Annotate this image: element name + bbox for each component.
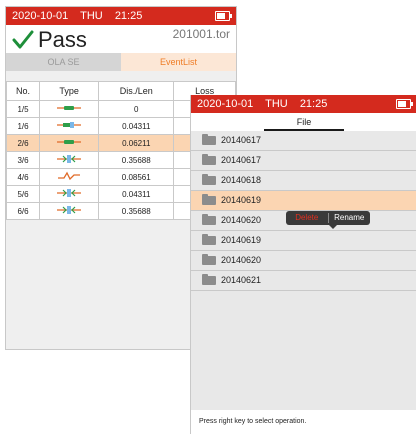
file-item[interactable]: 20140617 xyxy=(191,151,416,171)
cell-type xyxy=(38,185,100,203)
cell-no: 1/6 xyxy=(6,117,40,135)
col-no: No. xyxy=(6,81,40,101)
status-date: 2020-10-01 xyxy=(197,98,254,110)
col-type: Type xyxy=(38,81,100,101)
cell-type xyxy=(38,168,100,186)
cell-dis: 0.04311 xyxy=(98,185,175,203)
cell-dis: 0.35688 xyxy=(98,202,175,220)
tab-file-label: File xyxy=(296,117,312,127)
file-item-label: 20140617 xyxy=(221,135,262,145)
status-day: THU xyxy=(80,10,103,22)
status-bar: 2020-10-01 THU 21:25 xyxy=(6,7,236,25)
tab-file[interactable]: File xyxy=(191,113,416,131)
cell-no: 4/6 xyxy=(6,168,40,186)
file-item-label: 20140618 xyxy=(221,175,262,185)
result-text: Pass xyxy=(38,27,87,52)
cell-dis: 0.06211 xyxy=(98,134,175,152)
tab-eventlist[interactable]: EventList xyxy=(121,53,236,71)
file-item-label: 20140617 xyxy=(221,155,262,165)
connector-event-icon xyxy=(57,122,82,128)
file-operation-popup: Delete Rename xyxy=(286,211,371,229)
cell-type xyxy=(38,151,100,169)
cell-no: 6/6 xyxy=(6,202,40,220)
file-item-label: 20140620 xyxy=(221,215,262,225)
folder-icon xyxy=(202,274,216,285)
splice-event-icon xyxy=(57,140,82,144)
folder-icon xyxy=(202,154,216,165)
battery-icon xyxy=(396,99,413,109)
tab-ola-se[interactable]: OLA SE xyxy=(6,53,121,71)
rename-option[interactable]: Rename xyxy=(329,211,371,225)
splice-event-icon xyxy=(57,106,82,110)
file-item[interactable]: 20140618 xyxy=(191,171,416,191)
folder-icon xyxy=(202,134,216,145)
file-item-label: 20140619 xyxy=(221,195,262,205)
result-header: Pass 201001.tor xyxy=(6,25,236,53)
cell-no: 1/5 xyxy=(6,100,40,118)
file-item[interactable]: 20140619 xyxy=(191,191,416,211)
status-day: THU xyxy=(265,98,288,110)
status-date: 2020-10-01 xyxy=(12,10,69,22)
file-item[interactable]: 20140621 xyxy=(191,271,416,291)
reflect-event-icon xyxy=(57,189,82,197)
file-item[interactable]: 20140617 xyxy=(191,131,416,151)
status-time: 21:25 xyxy=(114,10,143,22)
folder-icon xyxy=(202,214,216,225)
cell-type xyxy=(38,134,100,152)
folder-icon xyxy=(202,194,216,205)
cell-no: 2/6 xyxy=(6,134,40,152)
cell-no: 3/6 xyxy=(6,151,40,169)
cell-dis: 0 xyxy=(98,100,175,118)
file-list: 20140617 20140617 20140618 20140619 20140620… xyxy=(191,131,416,291)
folder-icon xyxy=(202,174,216,185)
view-tabs: OLA SE EventList xyxy=(6,53,236,71)
file-item-label: 20140620 xyxy=(221,255,262,265)
popup-pointer xyxy=(329,225,337,229)
reflect-event-icon xyxy=(57,206,82,214)
cell-type xyxy=(38,202,100,220)
file-item-label: 20140619 xyxy=(221,235,262,245)
cell-dis: 0.35688 xyxy=(98,151,175,169)
check-icon xyxy=(12,30,34,49)
file-item-label: 20140621 xyxy=(221,275,262,285)
battery-icon xyxy=(215,11,232,21)
cell-dis: 0.04311 xyxy=(98,117,175,135)
reflect-event-icon xyxy=(57,155,82,163)
hint-footer: Press right key to select operation. xyxy=(191,410,416,434)
cell-no: 5/6 xyxy=(6,185,40,203)
col-dis: Dis./Len xyxy=(98,81,175,101)
folder-icon xyxy=(202,254,216,265)
cell-type xyxy=(38,100,100,118)
file-item[interactable]: 20140619 xyxy=(191,231,416,251)
file-browser-screen: 2020-10-01 THU 21:25 File 20140617 201406… xyxy=(190,95,416,434)
status-bar: 2020-10-01 THU 21:25 xyxy=(191,95,416,113)
wave-event-icon xyxy=(58,171,81,181)
folder-icon xyxy=(202,234,216,245)
status-time: 21:25 xyxy=(299,98,328,110)
file-item[interactable]: 20140620 xyxy=(191,251,416,271)
file-name: 201001.tor xyxy=(172,27,230,41)
cell-dis: 0.08561 xyxy=(98,168,175,186)
delete-option[interactable]: Delete xyxy=(286,211,328,225)
cell-type xyxy=(38,117,100,135)
